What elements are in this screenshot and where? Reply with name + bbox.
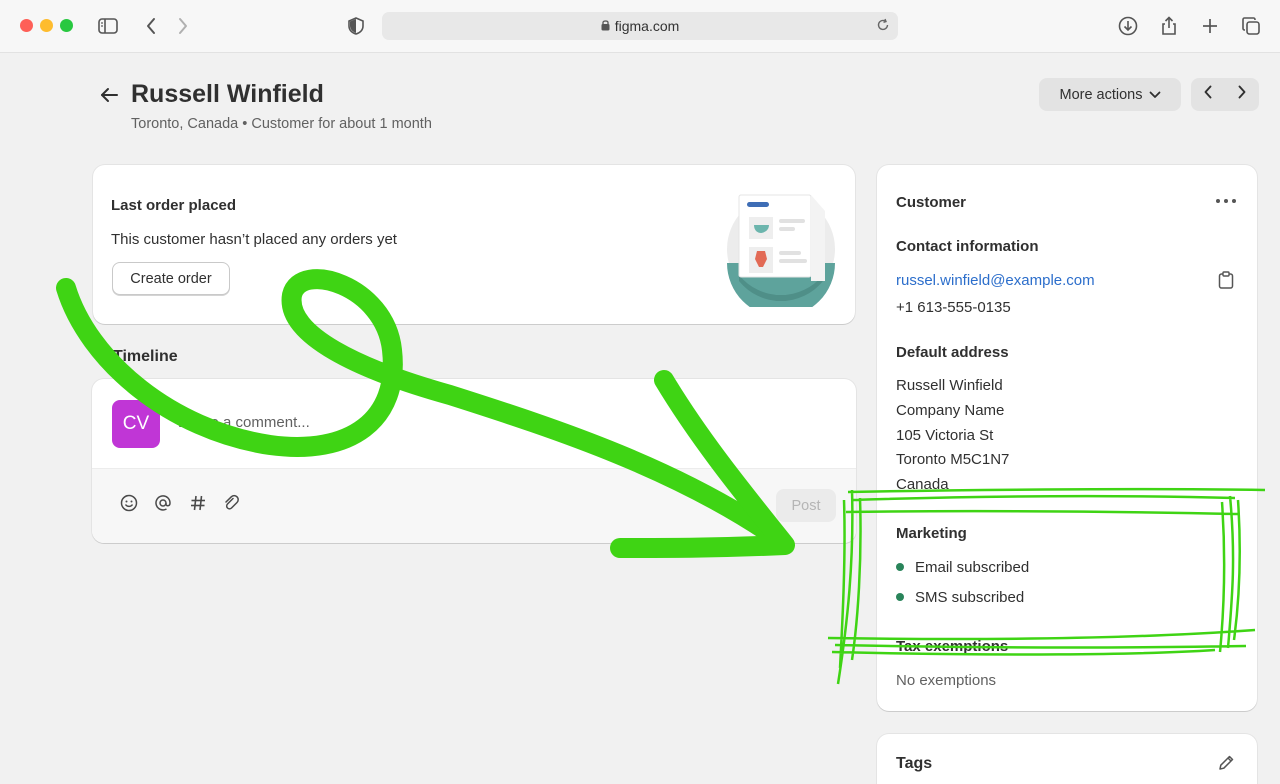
timeline-heading: Timeline	[113, 348, 178, 365]
browser-toolbar: figma.com	[0, 0, 1280, 53]
emoji-icon[interactable]	[118, 492, 140, 514]
address-line: Canada	[896, 476, 949, 493]
timeline-card: CV Leave a comment... Post	[92, 379, 856, 543]
minimize-window-button[interactable]	[40, 19, 53, 32]
previous-record-icon[interactable]	[1203, 85, 1213, 104]
more-actions-button[interactable]: More actions	[1039, 78, 1181, 111]
more-actions-label: More actions	[1059, 86, 1143, 103]
lock-icon	[601, 18, 610, 34]
address-line: Toronto M5C1N7	[896, 451, 1010, 468]
customer-heading: Customer	[896, 194, 967, 211]
record-pager	[1191, 78, 1259, 111]
back-arrow-icon[interactable]	[98, 84, 120, 106]
sms-subscribed-status: SMS subscribed	[915, 589, 1025, 606]
address-line: 105 Victoria St	[896, 427, 994, 444]
page-subtitle: Toronto, Canada • Customer for about 1 m…	[131, 116, 432, 132]
browser-forward-icon[interactable]	[171, 14, 195, 38]
tab-overview-icon[interactable]	[1239, 14, 1263, 38]
subscribed-dot-icon	[896, 593, 904, 601]
tags-card: Tags	[877, 734, 1257, 784]
copy-icon[interactable]	[1218, 271, 1234, 294]
new-tab-icon[interactable]	[1198, 14, 1222, 38]
tags-heading: Tags	[896, 755, 933, 772]
customer-email-link[interactable]: russel.winfield@example.com	[896, 272, 1095, 289]
tax-exemptions-value: No exemptions	[896, 672, 997, 689]
page-title: Russell Winfield	[131, 80, 324, 108]
order-illustration	[725, 189, 837, 317]
shield-icon[interactable]	[344, 14, 368, 38]
marketing-heading: Marketing	[896, 525, 967, 542]
create-order-button[interactable]: Create order	[112, 262, 230, 295]
edit-pencil-icon[interactable]	[1217, 754, 1235, 777]
avatar: CV	[112, 400, 160, 448]
comment-input[interactable]: Leave a comment...	[178, 414, 310, 431]
customer-phone: +1 613-555-0135	[896, 299, 1011, 316]
download-icon[interactable]	[1116, 14, 1140, 38]
no-orders-message: This customer hasn’t placed any orders y…	[111, 231, 397, 248]
browser-back-icon[interactable]	[139, 14, 163, 38]
post-button[interactable]: Post	[776, 489, 836, 522]
close-window-button[interactable]	[20, 19, 33, 32]
more-options-icon[interactable]	[1215, 192, 1237, 210]
address-line: Company Name	[896, 402, 1005, 419]
address-url: figma.com	[614, 18, 680, 34]
reload-icon[interactable]	[876, 18, 890, 35]
last-order-heading: Last order placed	[111, 197, 237, 214]
next-record-icon[interactable]	[1237, 85, 1247, 104]
chevron-down-icon	[1149, 87, 1161, 103]
sidebar-toggle-icon[interactable]	[96, 14, 120, 38]
attachment-icon[interactable]	[221, 492, 243, 514]
mention-icon[interactable]	[152, 492, 174, 514]
last-order-card: Last order placed This customer hasn’t p…	[93, 165, 855, 324]
contact-info-heading: Contact information	[896, 238, 1039, 255]
hashtag-icon[interactable]	[187, 492, 209, 514]
subscribed-dot-icon	[896, 563, 904, 571]
tax-exemptions-heading: Tax exemptions	[896, 638, 1009, 655]
share-icon[interactable]	[1157, 14, 1181, 38]
email-subscribed-status: Email subscribed	[915, 559, 1030, 576]
maximize-window-button[interactable]	[60, 19, 73, 32]
default-address-heading: Default address	[896, 344, 1009, 361]
customer-card: Customer Contact information russel.winf…	[877, 165, 1257, 711]
address-bar[interactable]: figma.com	[382, 12, 898, 40]
address-line: Russell Winfield	[896, 377, 1003, 394]
